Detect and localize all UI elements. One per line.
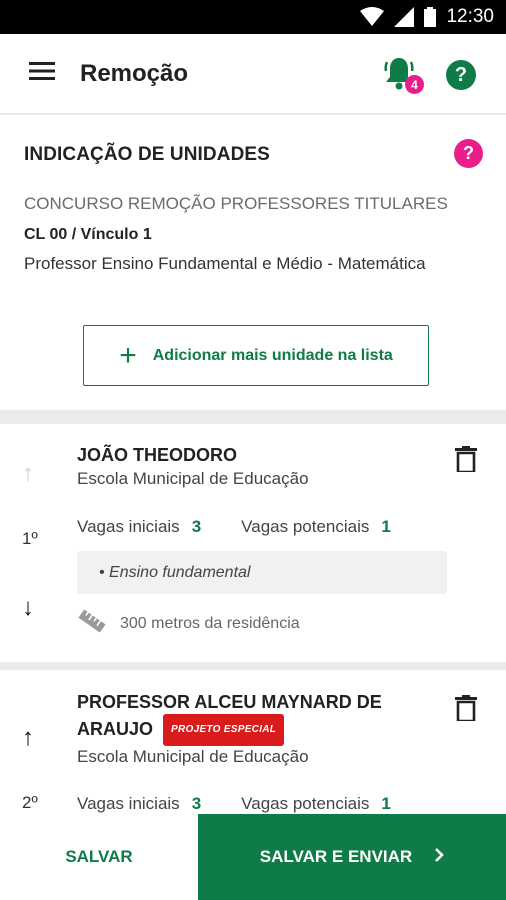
concurso-title: CONCURSO REMOÇÃO PROFESSORES TITULARES <box>24 194 448 213</box>
indication-header: INDICAÇÃO DE UNIDADES ? CONCURSO REMOÇÃO… <box>0 115 506 410</box>
vagas-potenciais-value: 1 <box>381 794 391 813</box>
help-button[interactable]: ? <box>446 60 476 90</box>
unit-name: PROFESSOR ALCEU MAYNARD DE ARAUJO PROJETO… <box>77 690 382 746</box>
help-icon: ? <box>463 143 474 163</box>
vagas-iniciais-value: 3 <box>191 794 202 813</box>
distance-label: 300 metros da residência <box>120 614 300 632</box>
unit-name-line-2: ARAUJO PROJETO ESPECIAL <box>77 714 382 746</box>
signal-icon <box>394 7 415 27</box>
vagas-iniciais-label: Vagas iniciais <box>77 517 180 536</box>
status-time: 12:30 <box>446 6 494 27</box>
vagas-potenciais-label: Vagas potenciais <box>241 517 370 536</box>
vinculo-label: CL 00 / Vínculo 1 <box>24 226 152 243</box>
move-up-icon[interactable]: ↑ <box>22 462 34 486</box>
menu-button[interactable] <box>0 34 80 114</box>
vagas-potenciais-label: Vagas potenciais <box>241 794 370 813</box>
unit-name-line: ARAUJO <box>77 719 154 739</box>
bottom-action-bar: SALVAR SALVAR E ENVIAR <box>0 814 506 900</box>
menu-icon <box>29 61 55 86</box>
vagas-potenciais-value: 1 <box>381 517 391 536</box>
unit-rank: 2º <box>22 793 38 812</box>
wifi-icon <box>360 7 385 27</box>
notification-badge: 4 <box>405 75 424 94</box>
unit-vacancies: Vagas iniciais 3 Vagas potenciais 1 <box>77 517 391 537</box>
section-title: INDICAÇÃO DE UNIDADES <box>24 144 270 165</box>
unit-rank: 1º <box>22 529 38 548</box>
unit-school: Escola Municipal de Educação <box>77 469 309 488</box>
special-project-badge: PROJETO ESPECIAL <box>163 714 285 746</box>
save-and-send-label: SALVAR E ENVIAR <box>259 847 413 866</box>
cargo-label: Professor Ensino Fundamental e Médio - M… <box>24 254 426 273</box>
save-and-send-button[interactable]: SALVAR E ENVIAR <box>198 814 506 900</box>
delete-icon[interactable] <box>455 446 477 477</box>
add-unit-label: Adicionar mais unidade na lista <box>152 346 393 364</box>
unit-vacancies: Vagas iniciais 3 Vagas potenciais 1 <box>77 794 391 814</box>
delete-icon[interactable] <box>455 695 477 726</box>
unit-school: Escola Municipal de Educação <box>77 747 309 766</box>
help-icon: ? <box>454 63 468 86</box>
add-unit-button[interactable]: + Adicionar mais unidade na lista <box>83 325 429 386</box>
unit-card: ↑ 2º PROFESSOR ALCEU MAYNARD DE ARAUJO PR… <box>0 670 506 820</box>
section-help-button[interactable]: ? <box>454 139 483 168</box>
ruler-icon <box>78 608 106 639</box>
unit-card: ↑ 1º ↓ JOÃO THEODORO Escola Municipal de… <box>0 424 506 662</box>
vagas-iniciais-label: Vagas iniciais <box>77 794 180 813</box>
chevron-right-icon <box>434 847 445 868</box>
unit-name: JOÃO THEODORO <box>77 445 238 465</box>
vagas-iniciais-value: 3 <box>191 517 202 536</box>
battery-icon <box>424 7 437 27</box>
unit-name-line: PROFESSOR ALCEU MAYNARD DE <box>77 692 382 712</box>
move-down-icon[interactable]: ↓ <box>22 596 34 620</box>
plus-icon: + <box>119 338 137 372</box>
ensino-tag: • Ensino fundamental <box>77 551 447 594</box>
unit-distance: 300 metros da residência <box>78 608 300 639</box>
save-label: SALVAR <box>65 847 133 866</box>
app-bar: Remoção 4 ? <box>0 34 506 114</box>
page-title: Remoção <box>80 59 189 87</box>
notifications-button[interactable]: 4 <box>384 56 424 96</box>
status-bar: 12:30 <box>0 0 506 34</box>
move-up-icon[interactable]: ↑ <box>22 726 34 750</box>
save-button[interactable]: SALVAR <box>0 814 198 900</box>
